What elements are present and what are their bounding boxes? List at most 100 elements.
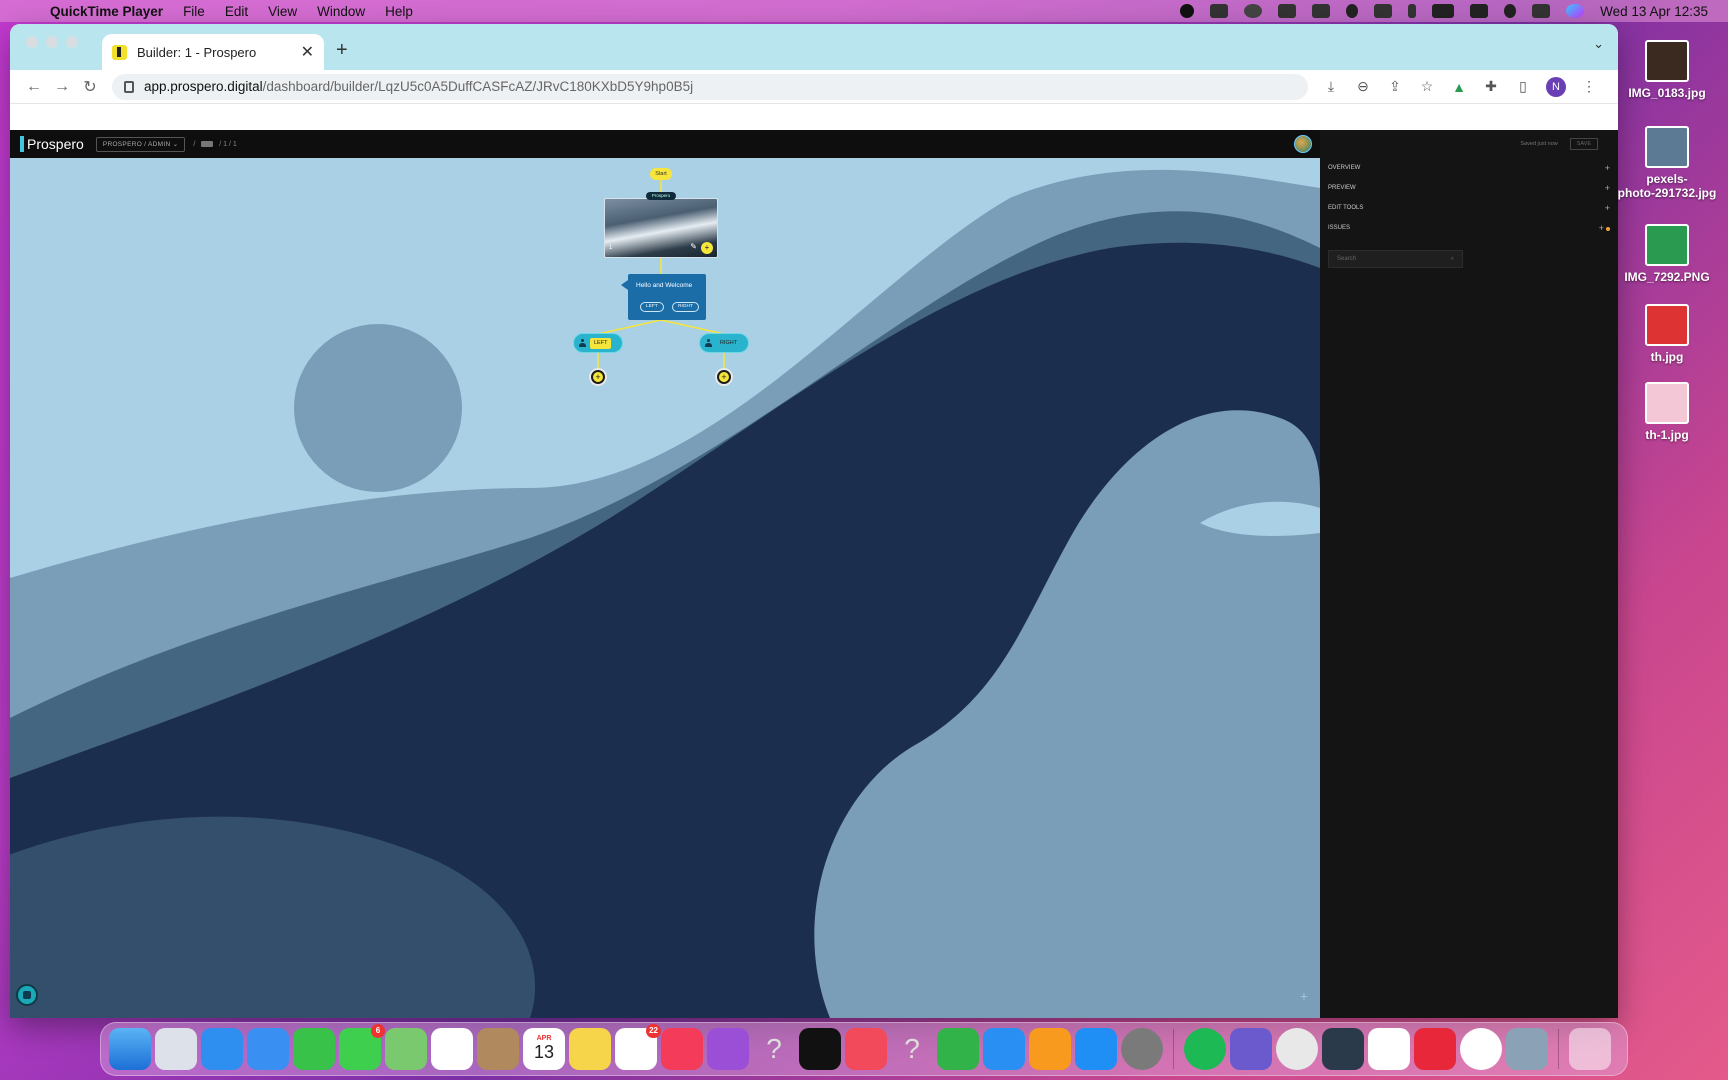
- panel-search-input[interactable]: Search ⌕: [1328, 250, 1463, 268]
- help-chat-button[interactable]: [16, 984, 38, 1006]
- news-icon[interactable]: [845, 1028, 887, 1070]
- spotify-icon[interactable]: [1184, 1028, 1226, 1070]
- desktop-file-img0183[interactable]: IMG_0183.jpg: [1612, 40, 1722, 100]
- browser-menu-icon[interactable]: ⋮: [1580, 78, 1598, 95]
- desktop-file-pexels[interactable]: pexels- photo-291732.jpg: [1612, 126, 1722, 200]
- menu-view[interactable]: View: [268, 4, 297, 19]
- tab-builder[interactable]: Builder: 1 - Prospero ✕: [102, 34, 324, 70]
- mail-icon[interactable]: [247, 1028, 289, 1070]
- side-panel-icon[interactable]: ▯: [1514, 78, 1532, 95]
- keynote-icon[interactable]: [983, 1028, 1025, 1070]
- breadcrumb-chip[interactable]: [201, 141, 214, 147]
- section-issues[interactable]: ISSUES +: [1320, 218, 1618, 238]
- imovie-star-icon[interactable]: [1230, 1028, 1272, 1070]
- section-overview[interactable]: OVERVIEW +: [1320, 158, 1618, 178]
- system-preferences-icon[interactable]: [1121, 1028, 1163, 1070]
- profile-avatar[interactable]: N: [1546, 76, 1566, 97]
- expand-icon[interactable]: +: [1605, 183, 1610, 193]
- maps-icon[interactable]: [385, 1028, 427, 1070]
- music-icon[interactable]: [661, 1028, 703, 1070]
- preview-icon[interactable]: [1506, 1028, 1548, 1070]
- add-step-right-button[interactable]: +: [715, 368, 733, 386]
- zoom-plus-icon[interactable]: +: [1300, 988, 1308, 1004]
- launchpad-icon[interactable]: [155, 1028, 197, 1070]
- calendar-icon[interactable]: APR 13: [523, 1028, 565, 1070]
- podcasts-icon[interactable]: [707, 1028, 749, 1070]
- numbers-icon[interactable]: [937, 1028, 979, 1070]
- section-preview[interactable]: PREVIEW +: [1320, 178, 1618, 198]
- chrome-icon[interactable]: [1276, 1028, 1318, 1070]
- user-avatar[interactable]: [1294, 135, 1312, 153]
- zoom-icon[interactable]: ⊖: [1354, 78, 1372, 95]
- facetime-icon[interactable]: [293, 1028, 335, 1070]
- minimize-window-button[interactable]: [46, 36, 58, 48]
- close-window-button[interactable]: [26, 36, 38, 48]
- siri-icon[interactable]: [1566, 4, 1585, 18]
- lock-icon[interactable]: [124, 80, 134, 93]
- share-icon[interactable]: ⇪: [1386, 78, 1404, 95]
- screen-record-icon[interactable]: [1180, 4, 1195, 18]
- google-drive-extension-icon[interactable]: ▲: [1450, 79, 1468, 95]
- bookmark-star-icon[interactable]: ☆: [1418, 78, 1436, 95]
- image-node[interactable]: 1 ✎ +: [604, 198, 718, 258]
- org-selector[interactable]: PROSPERO / ADMIN ⌄: [95, 136, 186, 152]
- zoom-window-button[interactable]: [66, 36, 78, 48]
- moon-icon[interactable]: [1346, 4, 1359, 18]
- display-icon[interactable]: [1374, 4, 1393, 18]
- notes-icon[interactable]: [569, 1028, 611, 1070]
- finder-icon[interactable]: [109, 1028, 151, 1070]
- reminders-icon[interactable]: 22: [615, 1024, 661, 1070]
- menu-help[interactable]: Help: [385, 4, 413, 19]
- url-field[interactable]: app.prospero.digital /dashboard/builder/…: [112, 73, 1308, 100]
- creative-cloud-icon[interactable]: [1244, 4, 1263, 18]
- app-store-icon[interactable]: [1075, 1028, 1117, 1070]
- pages-icon[interactable]: [1029, 1028, 1071, 1070]
- add-node-icon[interactable]: +: [701, 242, 713, 254]
- search-icon[interactable]: [1504, 4, 1517, 18]
- bluetooth-icon[interactable]: [1408, 4, 1417, 18]
- start-node[interactable]: Start: [650, 168, 672, 180]
- save-button[interactable]: SAVE: [1569, 138, 1598, 150]
- choice-left-button[interactable]: LEFT: [640, 302, 664, 312]
- desktop-file-img7292[interactable]: IMG_7292.PNG: [1612, 224, 1722, 284]
- drive-icon[interactable]: [1312, 4, 1331, 18]
- wifi-icon[interactable]: [1470, 4, 1489, 18]
- branch-left-node[interactable]: LEFT: [573, 333, 623, 353]
- menu-edit[interactable]: Edit: [225, 4, 248, 19]
- desktop-file-th[interactable]: th.jpg: [1612, 304, 1722, 364]
- unknown-app-icon[interactable]: ?: [891, 1028, 933, 1070]
- prospero-logo[interactable]: Prospero: [20, 136, 84, 152]
- wd-icon[interactable]: [1210, 4, 1229, 18]
- contacts-icon[interactable]: [477, 1028, 519, 1070]
- add-step-left-button[interactable]: +: [589, 368, 607, 386]
- control-center-icon[interactable]: [1532, 4, 1551, 18]
- wps-office-icon[interactable]: [1368, 1028, 1410, 1070]
- reload-button[interactable]: ↻: [76, 77, 104, 97]
- battery-icon[interactable]: [1432, 4, 1455, 18]
- menu-file[interactable]: File: [183, 4, 205, 19]
- photos-icon[interactable]: [431, 1028, 473, 1070]
- expand-icon[interactable]: +: [1599, 223, 1610, 233]
- quicktime-icon[interactable]: [1322, 1028, 1364, 1070]
- pencil-icon[interactable]: ✎: [690, 242, 697, 251]
- new-tab-button[interactable]: +: [336, 39, 348, 62]
- safari-icon[interactable]: [201, 1028, 243, 1070]
- text-node[interactable]: Hello and Welcome LEFT RIGHT: [621, 274, 706, 320]
- menu-app-name[interactable]: QuickTime Player: [50, 4, 163, 19]
- back-button[interactable]: ←: [20, 78, 48, 96]
- install-app-icon[interactable]: ⤓: [1322, 78, 1340, 95]
- menu-window[interactable]: Window: [317, 4, 365, 19]
- dropbox-icon[interactable]: [1278, 4, 1297, 18]
- netflix-icon[interactable]: [1414, 1028, 1456, 1070]
- choice-right-button[interactable]: RIGHT: [672, 302, 699, 312]
- extensions-puzzle-icon[interactable]: ✚: [1482, 78, 1500, 95]
- desktop-file-th1[interactable]: th-1.jpg: [1612, 382, 1722, 442]
- messenger-icon[interactable]: [1460, 1028, 1502, 1070]
- close-tab-icon[interactable]: ✕: [301, 42, 314, 62]
- forward-button[interactable]: →: [48, 78, 76, 96]
- expand-icon[interactable]: +: [1605, 203, 1610, 213]
- trash-icon[interactable]: [1569, 1028, 1611, 1070]
- tab-search-chevron-icon[interactable]: ⌄: [1593, 36, 1604, 52]
- menu-clock[interactable]: Wed 13 Apr 12:35: [1600, 4, 1708, 19]
- branch-right-node[interactable]: RIGHT: [699, 333, 749, 353]
